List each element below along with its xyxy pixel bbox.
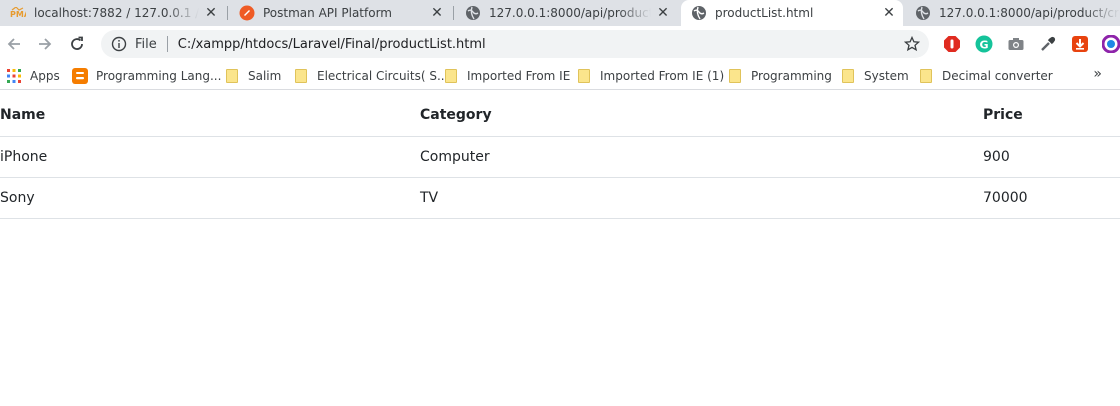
download-extension-icon[interactable] xyxy=(1071,35,1089,53)
tab-title: 127.0.0.1:8000/api/product/cre xyxy=(939,6,1120,20)
bookmark-label: Programming xyxy=(751,69,832,83)
tab-strip: PMA localhost:7882 / 127.0.0.1 / ma ✕ Po… xyxy=(0,0,1120,26)
globe-icon xyxy=(915,5,931,21)
folder-icon xyxy=(293,68,309,84)
address-bar[interactable]: File C:/xampp/htdocs/Laravel/Final/produ… xyxy=(101,30,929,58)
bookmark-label: Electrical Circuits( S... xyxy=(317,69,449,83)
info-icon[interactable] xyxy=(111,36,127,52)
bookmark-programming[interactable]: Programming xyxy=(727,67,832,85)
product-table: Name Category Price iPhone Computer 900 … xyxy=(0,95,1120,219)
bookmarks-overflow-chevron-icon[interactable]: » xyxy=(1093,66,1102,82)
bookmark-electrical-circuits[interactable]: Electrical Circuits( S... xyxy=(293,67,448,85)
table-header-row: Name Category Price xyxy=(0,95,1120,137)
back-button[interactable] xyxy=(2,32,26,56)
adblock-extension-icon[interactable] xyxy=(943,35,961,53)
arrow-right-icon xyxy=(39,38,52,50)
phpmyadmin-icon: PMA xyxy=(10,5,26,21)
close-icon[interactable]: ✕ xyxy=(655,5,671,21)
camera-extension-icon[interactable] xyxy=(1007,35,1025,53)
url-text[interactable]: C:/xampp/htdocs/Laravel/Final/productLis… xyxy=(178,37,486,52)
omnibox-divider xyxy=(166,36,168,52)
color-extension-icon[interactable] xyxy=(1102,35,1120,53)
bookmark-label: Imported From IE xyxy=(467,69,571,83)
column-header-category: Category xyxy=(420,95,983,137)
globe-icon xyxy=(691,5,707,21)
cell-name: iPhone xyxy=(0,136,420,178)
table-row: Sony TV 70000 xyxy=(0,177,1120,219)
cell-price: 70000 xyxy=(983,177,1120,219)
tab-title: localhost:7882 / 127.0.0.1 / ma xyxy=(34,6,199,20)
bookmark-label: Imported From IE (1) xyxy=(600,69,725,83)
bookmark-label: Programming Lang... xyxy=(96,69,222,83)
cell-name: Sony xyxy=(0,177,420,219)
folder-icon xyxy=(727,68,743,84)
tab-api-product-create-2[interactable]: 127.0.0.1:8000/api/product/cre xyxy=(905,0,1120,26)
close-icon[interactable]: ✕ xyxy=(881,5,897,21)
table-row: iPhone Computer 900 xyxy=(0,136,1120,178)
tab-divider xyxy=(453,6,454,20)
svg-text:G: G xyxy=(980,39,989,52)
folder-icon xyxy=(443,68,459,84)
bookmark-label: Apps xyxy=(30,69,60,83)
close-icon[interactable]: ✕ xyxy=(203,5,219,21)
tab-title: 127.0.0.1:8000/api/product/cre xyxy=(489,6,651,20)
column-header-name: Name xyxy=(0,95,420,137)
bookmark-decimal-converter[interactable]: Decimal converter xyxy=(918,67,1053,85)
reload-button[interactable] xyxy=(65,32,89,56)
forward-button[interactable] xyxy=(33,32,57,56)
bookmark-label: System xyxy=(864,69,909,83)
folder-icon xyxy=(576,68,592,84)
tab-postman[interactable]: Postman API Platform ✕ xyxy=(229,0,451,26)
postman-icon xyxy=(239,5,255,21)
cell-category: Computer xyxy=(420,136,983,178)
tab-productlist[interactable]: productList.html ✕ xyxy=(681,0,903,26)
bookmark-salim[interactable]: Salim xyxy=(224,67,281,85)
folder-icon xyxy=(918,68,934,84)
bookmark-label: Salim xyxy=(248,69,282,83)
blogger-icon xyxy=(72,68,88,84)
grammarly-extension-icon[interactable]: G xyxy=(975,35,993,53)
bookmark-star-icon[interactable] xyxy=(903,35,921,53)
folder-icon xyxy=(224,68,240,84)
svg-text:PMA: PMA xyxy=(10,10,26,19)
bookmark-system[interactable]: System xyxy=(840,67,909,85)
cell-price: 900 xyxy=(983,136,1120,178)
tab-phpmyadmin[interactable]: PMA localhost:7882 / 127.0.0.1 / ma ✕ xyxy=(0,0,225,26)
apps-grid-icon xyxy=(6,68,22,84)
bookmark-imported-from-ie-1[interactable]: Imported From IE (1) xyxy=(576,67,724,85)
reload-icon xyxy=(71,36,83,50)
eyedropper-extension-icon[interactable] xyxy=(1039,35,1057,53)
close-icon[interactable]: ✕ xyxy=(429,5,445,21)
tab-title: Postman API Platform xyxy=(263,6,392,20)
column-header-price: Price xyxy=(983,95,1120,137)
arrow-left-icon xyxy=(7,38,20,50)
cell-category: TV xyxy=(420,177,983,219)
tab-api-product-create[interactable]: 127.0.0.1:8000/api/product/cre ✕ xyxy=(455,0,677,26)
bookmarks-bar: Apps Programming Lang... Salim Electrica… xyxy=(0,62,1120,90)
bookmark-imported-from-ie[interactable]: Imported From IE xyxy=(443,67,570,85)
browser-toolbar: File C:/xampp/htdocs/Laravel/Final/produ… xyxy=(0,26,1120,62)
folder-icon xyxy=(840,68,856,84)
tab-divider xyxy=(227,6,228,20)
scheme-label: File xyxy=(135,36,157,52)
bookmark-apps[interactable]: Apps xyxy=(6,67,60,85)
tab-title: productList.html xyxy=(715,6,814,20)
bookmark-label: Decimal converter xyxy=(942,69,1053,83)
globe-icon xyxy=(465,5,481,21)
page-content: Name Category Price iPhone Computer 900 … xyxy=(0,95,1120,219)
bookmark-programming-lang[interactable]: Programming Lang... xyxy=(72,67,221,85)
